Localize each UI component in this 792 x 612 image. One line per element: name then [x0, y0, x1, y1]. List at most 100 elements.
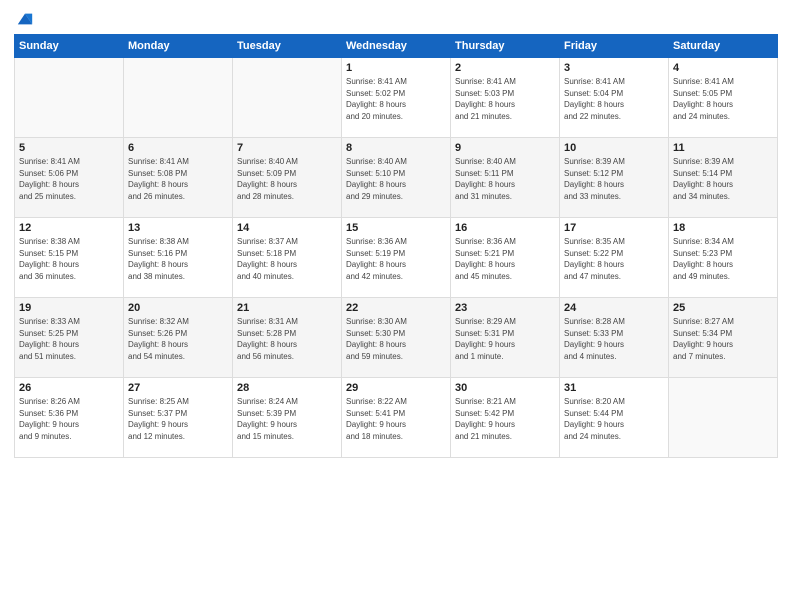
weekday-header-sunday: Sunday: [15, 35, 124, 58]
day-info: Sunrise: 8:24 AM Sunset: 5:39 PM Dayligh…: [237, 396, 337, 442]
calendar-cell: 13 Sunrise: 8:38 AM Sunset: 5:16 PM Dayli…: [124, 218, 233, 298]
day-number: 7: [237, 142, 337, 154]
calendar-cell: 5Sunrise: 8:41 AM Sunset: 5:06 PM Daylig…: [15, 138, 124, 218]
day-info: Sunrise: 8:41 AM Sunset: 5:05 PM Dayligh…: [673, 76, 773, 122]
calendar-cell: [124, 58, 233, 138]
weekday-header-friday: Friday: [560, 35, 669, 58]
logo-icon: [16, 10, 34, 28]
day-number: 3: [564, 62, 664, 74]
calendar-cell: 6 Sunrise: 8:41 AM Sunset: 5:08 PM Daylig…: [124, 138, 233, 218]
day-number: 21: [237, 302, 337, 314]
calendar-week-row: 5Sunrise: 8:41 AM Sunset: 5:06 PM Daylig…: [15, 138, 778, 218]
day-info: Sunrise: 8:41 AM Sunset: 5:06 PM Dayligh…: [19, 156, 119, 202]
day-info: Sunrise: 8:20 AM Sunset: 5:44 PM Dayligh…: [564, 396, 664, 442]
day-info: Sunrise: 8:25 AM Sunset: 5:37 PM Dayligh…: [128, 396, 228, 442]
calendar-week-row: 1Sunrise: 8:41 AM Sunset: 5:02 PM Daylig…: [15, 58, 778, 138]
day-number: 24: [564, 302, 664, 314]
calendar-cell: 23 Sunrise: 8:29 AM Sunset: 5:31 PM Dayli…: [451, 298, 560, 378]
day-number: 20: [128, 302, 228, 314]
calendar-cell: 10Sunrise: 8:39 AM Sunset: 5:12 PM Dayli…: [560, 138, 669, 218]
day-info: Sunrise: 8:40 AM Sunset: 5:11 PM Dayligh…: [455, 156, 555, 202]
day-info: Sunrise: 8:30 AM Sunset: 5:30 PM Dayligh…: [346, 316, 446, 362]
weekday-header-monday: Monday: [124, 35, 233, 58]
calendar-cell: 9 Sunrise: 8:40 AM Sunset: 5:11 PM Daylig…: [451, 138, 560, 218]
day-info: Sunrise: 8:31 AM Sunset: 5:28 PM Dayligh…: [237, 316, 337, 362]
calendar-cell: 19 Sunrise: 8:33 AM Sunset: 5:25 PM Dayli…: [15, 298, 124, 378]
day-info: Sunrise: 8:33 AM Sunset: 5:25 PM Dayligh…: [19, 316, 119, 362]
day-number: 17: [564, 222, 664, 234]
weekday-header-thursday: Thursday: [451, 35, 560, 58]
calendar-cell: 12 Sunrise: 8:38 AM Sunset: 5:15 PM Dayli…: [15, 218, 124, 298]
calendar-cell: 3 Sunrise: 8:41 AM Sunset: 5:04 PM Daylig…: [560, 58, 669, 138]
calendar-cell: 22Sunrise: 8:30 AM Sunset: 5:30 PM Dayli…: [342, 298, 451, 378]
day-info: Sunrise: 8:32 AM Sunset: 5:26 PM Dayligh…: [128, 316, 228, 362]
day-number: 23: [455, 302, 555, 314]
day-info: Sunrise: 8:22 AM Sunset: 5:41 PM Dayligh…: [346, 396, 446, 442]
day-number: 30: [455, 382, 555, 394]
day-number: 25: [673, 302, 773, 314]
logo: [14, 10, 34, 28]
weekday-header-row: SundayMondayTuesdayWednesdayThursdayFrid…: [15, 35, 778, 58]
day-number: 9: [455, 142, 555, 154]
calendar-cell: 20 Sunrise: 8:32 AM Sunset: 5:26 PM Dayli…: [124, 298, 233, 378]
calendar-week-row: 26 Sunrise: 8:26 AM Sunset: 5:36 PM Dayli…: [15, 378, 778, 458]
calendar-cell: 31 Sunrise: 8:20 AM Sunset: 5:44 PM Dayli…: [560, 378, 669, 458]
day-number: 29: [346, 382, 446, 394]
day-info: Sunrise: 8:39 AM Sunset: 5:14 PM Dayligh…: [673, 156, 773, 202]
calendar-cell: 18Sunrise: 8:34 AM Sunset: 5:23 PM Dayli…: [669, 218, 778, 298]
day-number: 16: [455, 222, 555, 234]
calendar-cell: 28 Sunrise: 8:24 AM Sunset: 5:39 PM Dayli…: [233, 378, 342, 458]
day-info: Sunrise: 8:28 AM Sunset: 5:33 PM Dayligh…: [564, 316, 664, 362]
calendar-cell: 27 Sunrise: 8:25 AM Sunset: 5:37 PM Dayli…: [124, 378, 233, 458]
calendar-cell: 14Sunrise: 8:37 AM Sunset: 5:18 PM Dayli…: [233, 218, 342, 298]
day-info: Sunrise: 8:21 AM Sunset: 5:42 PM Dayligh…: [455, 396, 555, 442]
day-number: 31: [564, 382, 664, 394]
day-info: Sunrise: 8:27 AM Sunset: 5:34 PM Dayligh…: [673, 316, 773, 362]
day-number: 19: [19, 302, 119, 314]
calendar-cell: 15Sunrise: 8:36 AM Sunset: 5:19 PM Dayli…: [342, 218, 451, 298]
weekday-header-saturday: Saturday: [669, 35, 778, 58]
calendar-cell: 30 Sunrise: 8:21 AM Sunset: 5:42 PM Dayli…: [451, 378, 560, 458]
calendar-cell: 11 Sunrise: 8:39 AM Sunset: 5:14 PM Dayli…: [669, 138, 778, 218]
calendar-cell: 17Sunrise: 8:35 AM Sunset: 5:22 PM Dayli…: [560, 218, 669, 298]
calendar-week-row: 12 Sunrise: 8:38 AM Sunset: 5:15 PM Dayli…: [15, 218, 778, 298]
day-info: Sunrise: 8:41 AM Sunset: 5:03 PM Dayligh…: [455, 76, 555, 122]
calendar-cell: [669, 378, 778, 458]
day-number: 12: [19, 222, 119, 234]
day-number: 11: [673, 142, 773, 154]
day-info: Sunrise: 8:34 AM Sunset: 5:23 PM Dayligh…: [673, 236, 773, 282]
day-number: 8: [346, 142, 446, 154]
calendar-week-row: 19 Sunrise: 8:33 AM Sunset: 5:25 PM Dayli…: [15, 298, 778, 378]
day-info: Sunrise: 8:40 AM Sunset: 5:09 PM Dayligh…: [237, 156, 337, 202]
calendar-cell: [233, 58, 342, 138]
day-info: Sunrise: 8:36 AM Sunset: 5:21 PM Dayligh…: [455, 236, 555, 282]
day-info: Sunrise: 8:29 AM Sunset: 5:31 PM Dayligh…: [455, 316, 555, 362]
header: [14, 10, 778, 28]
day-number: 27: [128, 382, 228, 394]
day-info: Sunrise: 8:26 AM Sunset: 5:36 PM Dayligh…: [19, 396, 119, 442]
day-number: 14: [237, 222, 337, 234]
calendar-cell: 16 Sunrise: 8:36 AM Sunset: 5:21 PM Dayli…: [451, 218, 560, 298]
weekday-header-tuesday: Tuesday: [233, 35, 342, 58]
day-number: 10: [564, 142, 664, 154]
day-number: 4: [673, 62, 773, 74]
page: SundayMondayTuesdayWednesdayThursdayFrid…: [0, 0, 792, 612]
day-number: 1: [346, 62, 446, 74]
day-number: 13: [128, 222, 228, 234]
day-number: 2: [455, 62, 555, 74]
day-info: Sunrise: 8:36 AM Sunset: 5:19 PM Dayligh…: [346, 236, 446, 282]
day-number: 6: [128, 142, 228, 154]
calendar-cell: 2 Sunrise: 8:41 AM Sunset: 5:03 PM Daylig…: [451, 58, 560, 138]
calendar-cell: 25 Sunrise: 8:27 AM Sunset: 5:34 PM Dayli…: [669, 298, 778, 378]
day-info: Sunrise: 8:41 AM Sunset: 5:08 PM Dayligh…: [128, 156, 228, 202]
weekday-header-wednesday: Wednesday: [342, 35, 451, 58]
calendar-cell: 8Sunrise: 8:40 AM Sunset: 5:10 PM Daylig…: [342, 138, 451, 218]
day-info: Sunrise: 8:41 AM Sunset: 5:04 PM Dayligh…: [564, 76, 664, 122]
calendar-cell: 4 Sunrise: 8:41 AM Sunset: 5:05 PM Daylig…: [669, 58, 778, 138]
day-number: 28: [237, 382, 337, 394]
day-number: 26: [19, 382, 119, 394]
day-info: Sunrise: 8:38 AM Sunset: 5:16 PM Dayligh…: [128, 236, 228, 282]
day-info: Sunrise: 8:38 AM Sunset: 5:15 PM Dayligh…: [19, 236, 119, 282]
calendar-cell: [15, 58, 124, 138]
calendar-cell: 24 Sunrise: 8:28 AM Sunset: 5:33 PM Dayli…: [560, 298, 669, 378]
